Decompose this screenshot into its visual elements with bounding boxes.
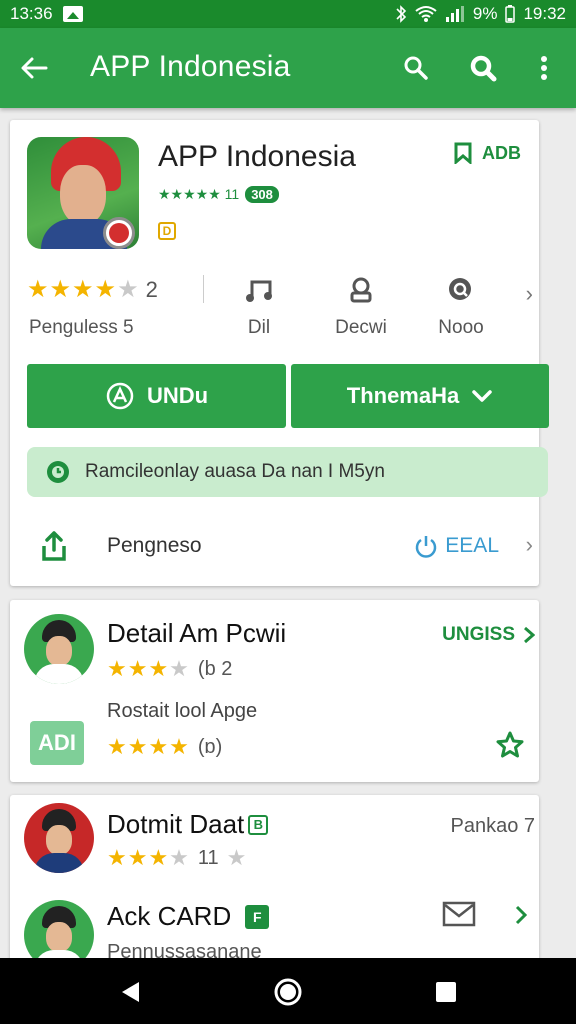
status-right: 9% 19:32 <box>395 4 566 24</box>
secondary-dropdown-button[interactable]: ThnemaHa <box>291 364 549 428</box>
stats-row: ★★★★★ 2 Penguless 5 Dil Decwi Nooo › <box>10 265 539 345</box>
notice-text: Ramcileonlay auasa Da nan I M5yn <box>85 461 385 482</box>
app-tag-icon: D <box>158 222 176 240</box>
stat-search[interactable]: Nooo <box>421 273 501 339</box>
list-card-2[interactable]: Dotmit Daat B Pankao 7 ★★★★ 11 ★ Ack CAR… <box>10 795 539 970</box>
share-action[interactable]: EEAL <box>415 534 499 558</box>
install-icon <box>106 382 134 410</box>
chevron-right-icon <box>515 905 528 925</box>
music-note-icon <box>246 280 272 302</box>
star-outline-icon <box>496 731 524 758</box>
avatar <box>24 803 94 873</box>
chevron-right-icon <box>524 626 535 644</box>
share-label: Pengneso <box>107 534 202 557</box>
status-time: 19:32 <box>523 4 566 23</box>
install-button[interactable]: UNDu <box>27 364 286 428</box>
share-row[interactable]: Pengneso EEAL › <box>10 520 539 576</box>
image-notification-icon <box>62 6 83 22</box>
list-item-rating: ★★★★ (b 2 <box>107 656 233 681</box>
nav-back-icon <box>122 982 139 1002</box>
nav-home-icon <box>274 978 302 1006</box>
install-button-label: UNDu <box>146 383 209 408</box>
search-circle-icon <box>449 278 471 300</box>
list-item-meta: Pankao 7 <box>450 815 535 837</box>
list-item-rating: ★★★★ 11 ★ <box>107 845 248 870</box>
app-meta: ★★★★★ 11 308 <box>158 186 279 203</box>
rating-label: Penguless 5 <box>29 317 134 338</box>
chevron-right-icon[interactable]: › <box>526 532 533 558</box>
rating-stars: ★★★★★ <box>27 276 140 303</box>
avatar <box>24 614 94 684</box>
wifi-icon <box>415 6 437 22</box>
list-item-subtitle: Rostait lool Apge <box>107 700 258 722</box>
list-item-title-2: Ack CARD F <box>107 901 270 932</box>
stat-music-label: Dil <box>247 317 271 338</box>
overflow-menu-button[interactable] <box>524 48 564 88</box>
status-left: 13:36 <box>10 4 83 24</box>
mail-icon <box>442 901 476 927</box>
app-bar-title: APP Indonesia <box>90 50 291 83</box>
rating-stat[interactable]: ★★★★★ 2 <box>27 275 158 304</box>
secondary-button-label: ThnemaHa <box>346 383 460 408</box>
list-item-rating-text: 11 <box>197 846 219 869</box>
signal-icon <box>445 6 464 22</box>
stat-search-label: Nooo <box>438 317 484 338</box>
chevron-down-icon <box>472 390 492 402</box>
rating-count: 2 <box>145 276 158 302</box>
app-icon[interactable] <box>27 137 139 249</box>
search-bold-icon <box>470 55 497 82</box>
star-outline-button[interactable] <box>495 730 525 765</box>
bookmark-icon <box>454 142 472 164</box>
share-action-label: EEAL <box>445 534 499 557</box>
status-left-time: 13:36 <box>10 4 53 23</box>
nav-recents-button[interactable] <box>426 972 466 1012</box>
app-icon-badge <box>103 217 135 249</box>
chevron-right-button[interactable] <box>515 905 528 930</box>
list-item-title: Detail Am Pcwii <box>107 618 287 648</box>
arrow-back-icon <box>21 57 48 79</box>
list-item-rating-2-text: (ɒ) <box>197 735 223 758</box>
battery-icon <box>505 5 516 23</box>
list-item-title-badge: B <box>248 814 269 835</box>
navigation-bar <box>0 958 576 1024</box>
back-button[interactable] <box>14 48 54 88</box>
list-item-title-2-badge: F <box>245 904 270 929</box>
list-item-rating-text: (b 2 <box>197 657 233 680</box>
app-mini-stars: ★★★★★ 11 <box>158 186 240 202</box>
list-card-1[interactable]: Detail Am Pcwii UNGISS ★★★★ (b 2 Rostait… <box>10 600 539 782</box>
list-item-rating-2: ★★★★ (ɒ) <box>107 734 223 759</box>
nav-recents-icon <box>436 982 456 1002</box>
app-name: APP Indonesia <box>158 140 356 173</box>
list-item-action[interactable]: UNGISS <box>442 624 535 646</box>
install-top-label: ADB <box>482 142 521 163</box>
stat-account[interactable]: Decwi <box>321 273 401 339</box>
nav-home-button[interactable] <box>268 972 308 1012</box>
stat-account-label: Decwi <box>335 317 387 338</box>
list-item-action-label: UNGISS <box>442 624 515 645</box>
list-item-title: Dotmit Daat B <box>107 809 269 840</box>
account-icon <box>350 277 372 303</box>
status-bar: 13:36 9% 19:32 <box>0 0 576 28</box>
share-icon <box>42 531 66 561</box>
app-icon-face <box>60 165 106 225</box>
install-top-link[interactable]: ADB <box>454 142 521 164</box>
power-icon <box>416 536 437 558</box>
mail-button[interactable] <box>442 900 476 933</box>
search-button[interactable] <box>396 48 436 88</box>
clock-icon <box>47 461 69 483</box>
stats-more-chevron[interactable]: › <box>526 281 533 307</box>
stats-divider <box>203 275 204 303</box>
nav-back-button[interactable] <box>110 972 150 1012</box>
stat-music[interactable]: Dil <box>219 273 299 339</box>
bluetooth-icon <box>396 5 407 23</box>
app-bar: APP Indonesia <box>0 28 576 108</box>
adi-logo: ADI <box>30 721 84 765</box>
search-filled-button[interactable] <box>463 48 503 88</box>
battery-text: 9% <box>472 4 498 23</box>
search-icon <box>404 56 428 80</box>
notice-banner[interactable]: Ramcileonlay auasa Da nan I M5yn <box>27 447 548 497</box>
app-mini-badge: 308 <box>245 186 279 203</box>
app-detail-card: APP Indonesia ★★★★★ 11 308 D ADB ★★★★★ 2… <box>10 120 549 586</box>
more-vert-icon <box>541 56 547 80</box>
